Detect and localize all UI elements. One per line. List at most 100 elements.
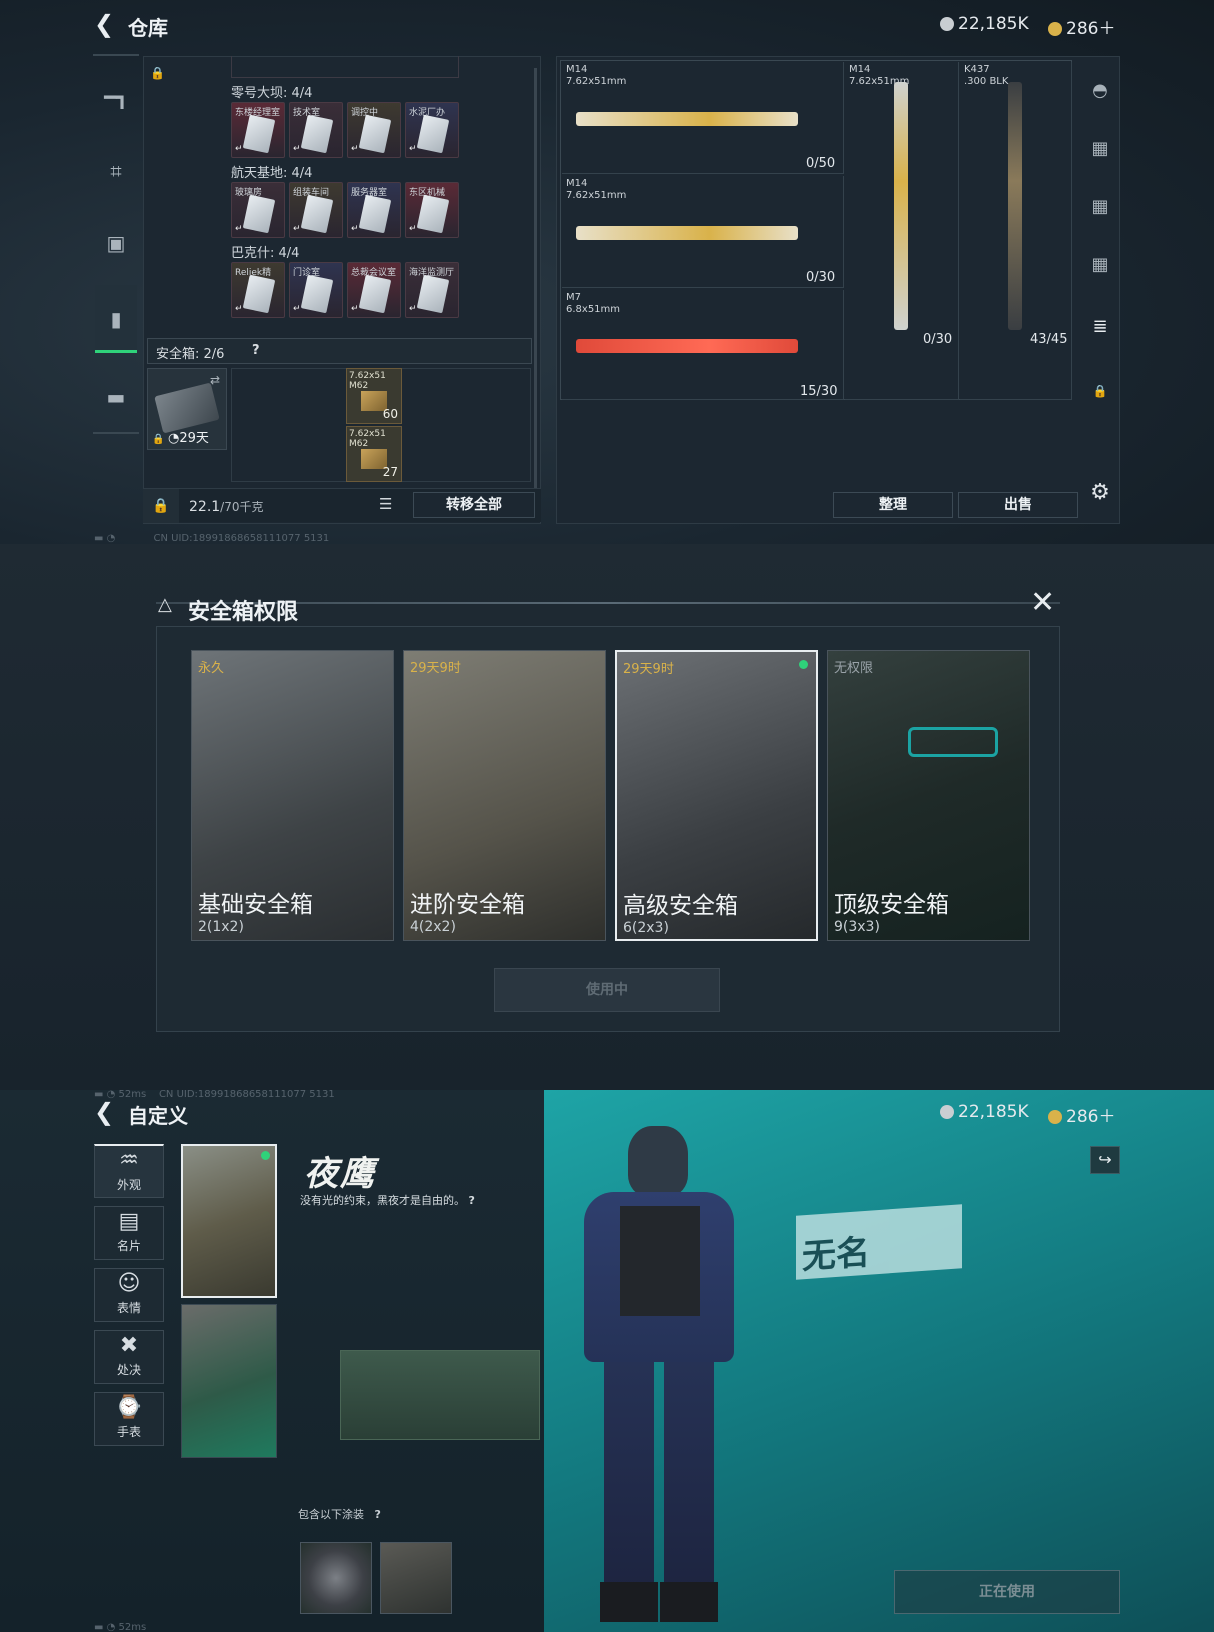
silver-currency[interactable]: 22,185K	[940, 1102, 1029, 1122]
gear-icon[interactable]: ⚙	[1086, 480, 1114, 505]
keycard-slot[interactable]: 东楼经理室 ↵	[231, 102, 285, 158]
weapon-image	[576, 339, 798, 353]
safebox-item[interactable]: ⇄ 🔒 ◔29天	[147, 368, 227, 450]
return-icon: ↵	[235, 304, 243, 314]
armor-icon[interactable]: ⌗	[95, 150, 137, 192]
gold-currency[interactable]: 286＋	[1048, 1102, 1115, 1127]
nav-execution[interactable]: ✖ 处决	[94, 1330, 164, 1384]
helmet-icon[interactable]: ◓	[1086, 80, 1114, 101]
map-icon[interactable]: ▦	[1086, 196, 1114, 217]
skin-card-selected[interactable]	[181, 1144, 277, 1298]
nav-divider	[93, 54, 139, 56]
in-use-button[interactable]: 使用中	[494, 968, 720, 1012]
back-icon[interactable]: ❮	[94, 1098, 114, 1126]
nav-appearance[interactable]: ♒ 外观	[94, 1144, 164, 1198]
in-use-button[interactable]: 正在使用	[894, 1570, 1120, 1614]
keycard-slot[interactable]: 水泥厂办 ↵	[405, 102, 459, 158]
nav-watch[interactable]: ⌚ 手表	[94, 1392, 164, 1446]
back-icon[interactable]: ❮	[94, 10, 114, 38]
safebox-option[interactable]: 29天9时 高级安全箱 6(2x3)	[615, 650, 818, 941]
crossed-knives-icon: ✖	[119, 1333, 139, 1358]
silver-currency[interactable]: 22,185K	[940, 14, 1029, 34]
backpack-icon[interactable]: ▣	[95, 222, 137, 264]
scrollbar[interactable]	[534, 68, 537, 488]
duration-tag: 无权限	[834, 661, 874, 676]
smile-icon: ☺	[117, 1271, 141, 1296]
keycard-slot[interactable]: 门诊室 ↵	[289, 262, 343, 318]
keycard-slot[interactable]: 总裁会议室 ↵	[347, 262, 401, 318]
modal-title: 安全箱权限	[188, 600, 299, 625]
safebox-option[interactable]: 29天9时 进阶安全箱 4(2x2)	[403, 650, 606, 941]
status-bar: ▬ ◔ 52ms CN UID:18991868658111077 5131	[94, 1090, 335, 1100]
weapon-label: K437.300 BLK	[964, 64, 1008, 88]
map-icon[interactable]: ▦	[1086, 138, 1114, 159]
weapon-slot[interactable]: M14 7.62x51mm 0/30	[562, 176, 844, 288]
safebox-option[interactable]: 无权限 顶级安全箱 9(3x3)	[827, 650, 1030, 941]
weapon-slot[interactable]: K437.300 BLK 43/45	[960, 62, 1072, 400]
share-icon[interactable]: ↪	[1090, 1146, 1120, 1174]
timer-label: ◔29天	[168, 427, 209, 446]
gold-amount: 286＋	[1066, 1107, 1116, 1127]
warning-icon: △	[158, 594, 172, 615]
keycard-image	[358, 114, 392, 154]
weapon-caliber: 7.62x51mm	[566, 76, 627, 87]
card-icon: ▤	[118, 1209, 140, 1234]
safebox-nav-icon[interactable]: ▮	[95, 285, 137, 353]
skin-card[interactable]	[181, 1304, 277, 1458]
skin-quote-row: 没有光的约束，黑夜才是自由的。 ?	[300, 1192, 475, 1208]
return-icon: ↵	[235, 224, 243, 234]
weapon-name: M14	[566, 64, 588, 75]
ammo-label: 7.62x51 M62	[349, 371, 386, 391]
list-icon[interactable]: ☰	[379, 495, 392, 513]
nav-emote[interactable]: ☺ 表情	[94, 1268, 164, 1322]
keycard-slot[interactable]: 服务器室 ↵	[347, 182, 401, 238]
weapon-rack-icon[interactable]: ≣	[1086, 316, 1114, 337]
help-icon[interactable]: ?	[469, 1194, 475, 1207]
return-icon: ↵	[351, 304, 359, 314]
ammo-slot[interactable]: 7.62x51 M62 27	[346, 426, 402, 482]
safebox-name: 进阶安全箱	[410, 892, 525, 918]
weapon-image	[576, 112, 798, 126]
help-icon[interactable]: ?	[375, 1508, 381, 1521]
keycard-slot[interactable]: 玻璃房 ↵	[231, 182, 285, 238]
return-icon: ↵	[409, 304, 417, 314]
nav-namecard[interactable]: ▤ 名片	[94, 1206, 164, 1260]
return-icon: ↵	[351, 144, 359, 154]
ammo-count: 27	[382, 465, 398, 479]
safebox-modal-panel: △ 安全箱权限 ✕ 永久 基础安全箱 2(1x2) 29天9时 进阶安全箱 4(2x2) 2…	[0, 544, 1214, 1090]
swap-icon[interactable]: ⇄	[210, 373, 220, 387]
pistol-icon[interactable]: ━┓	[95, 76, 137, 118]
uid-text: CN UID:18991868658111077 5131	[158, 1090, 335, 1100]
help-icon[interactable]: ?	[252, 343, 260, 358]
weapon-caliber: .300 BLK	[964, 76, 1009, 87]
included-skin-item[interactable]	[300, 1542, 372, 1614]
operator-model[interactable]	[560, 1126, 750, 1626]
weapon-slot[interactable]: M14 7.62x51mm 0/50	[562, 62, 844, 174]
ammo-slot[interactable]: 7.62x51 M62 60	[346, 368, 402, 424]
weapon-slot[interactable]: M14 7.62x51mm 0/30	[845, 62, 959, 400]
map-icon[interactable]: ▦	[1086, 254, 1114, 275]
keycard-slot[interactable]: 组装车间 ↵	[289, 182, 343, 238]
safebox-option[interactable]: 永久 基础安全箱 2(1x2)	[191, 650, 394, 941]
transfer-all-button[interactable]: 转移全部	[413, 492, 535, 518]
lock-icon[interactable]: 🔒	[143, 489, 179, 523]
keycard-image	[242, 194, 276, 234]
weapon-slot[interactable]: M7 6.8x51mm 15/30	[562, 290, 844, 400]
safebox-size: 9(3x3)	[834, 919, 880, 935]
duration-tag: 29天9时	[410, 661, 461, 676]
close-icon[interactable]: ✕	[1030, 588, 1055, 618]
sort-button[interactable]: 整理	[833, 492, 953, 518]
keycard-slot[interactable]: 东区机械 ↵	[405, 182, 459, 238]
keycard-slot[interactable]: Reliek精 ↵	[231, 262, 285, 318]
keycard-slot[interactable]: 海洋监测厅 ↵	[405, 262, 459, 318]
weapon-image	[576, 226, 798, 240]
ping-text: 52ms	[118, 1622, 147, 1632]
sell-button[interactable]: 出售	[958, 492, 1078, 518]
keycard-slot[interactable]: 技术室 ↵	[289, 102, 343, 158]
gold-currency[interactable]: 286＋	[1048, 14, 1115, 39]
toolbox-icon[interactable]: ▬	[95, 376, 137, 418]
nav-divider	[93, 432, 139, 434]
keycard-slot[interactable]: 调控中 ↵	[347, 102, 401, 158]
safebox-name: 基础安全箱	[198, 892, 313, 918]
included-skin-item[interactable]	[380, 1542, 452, 1614]
